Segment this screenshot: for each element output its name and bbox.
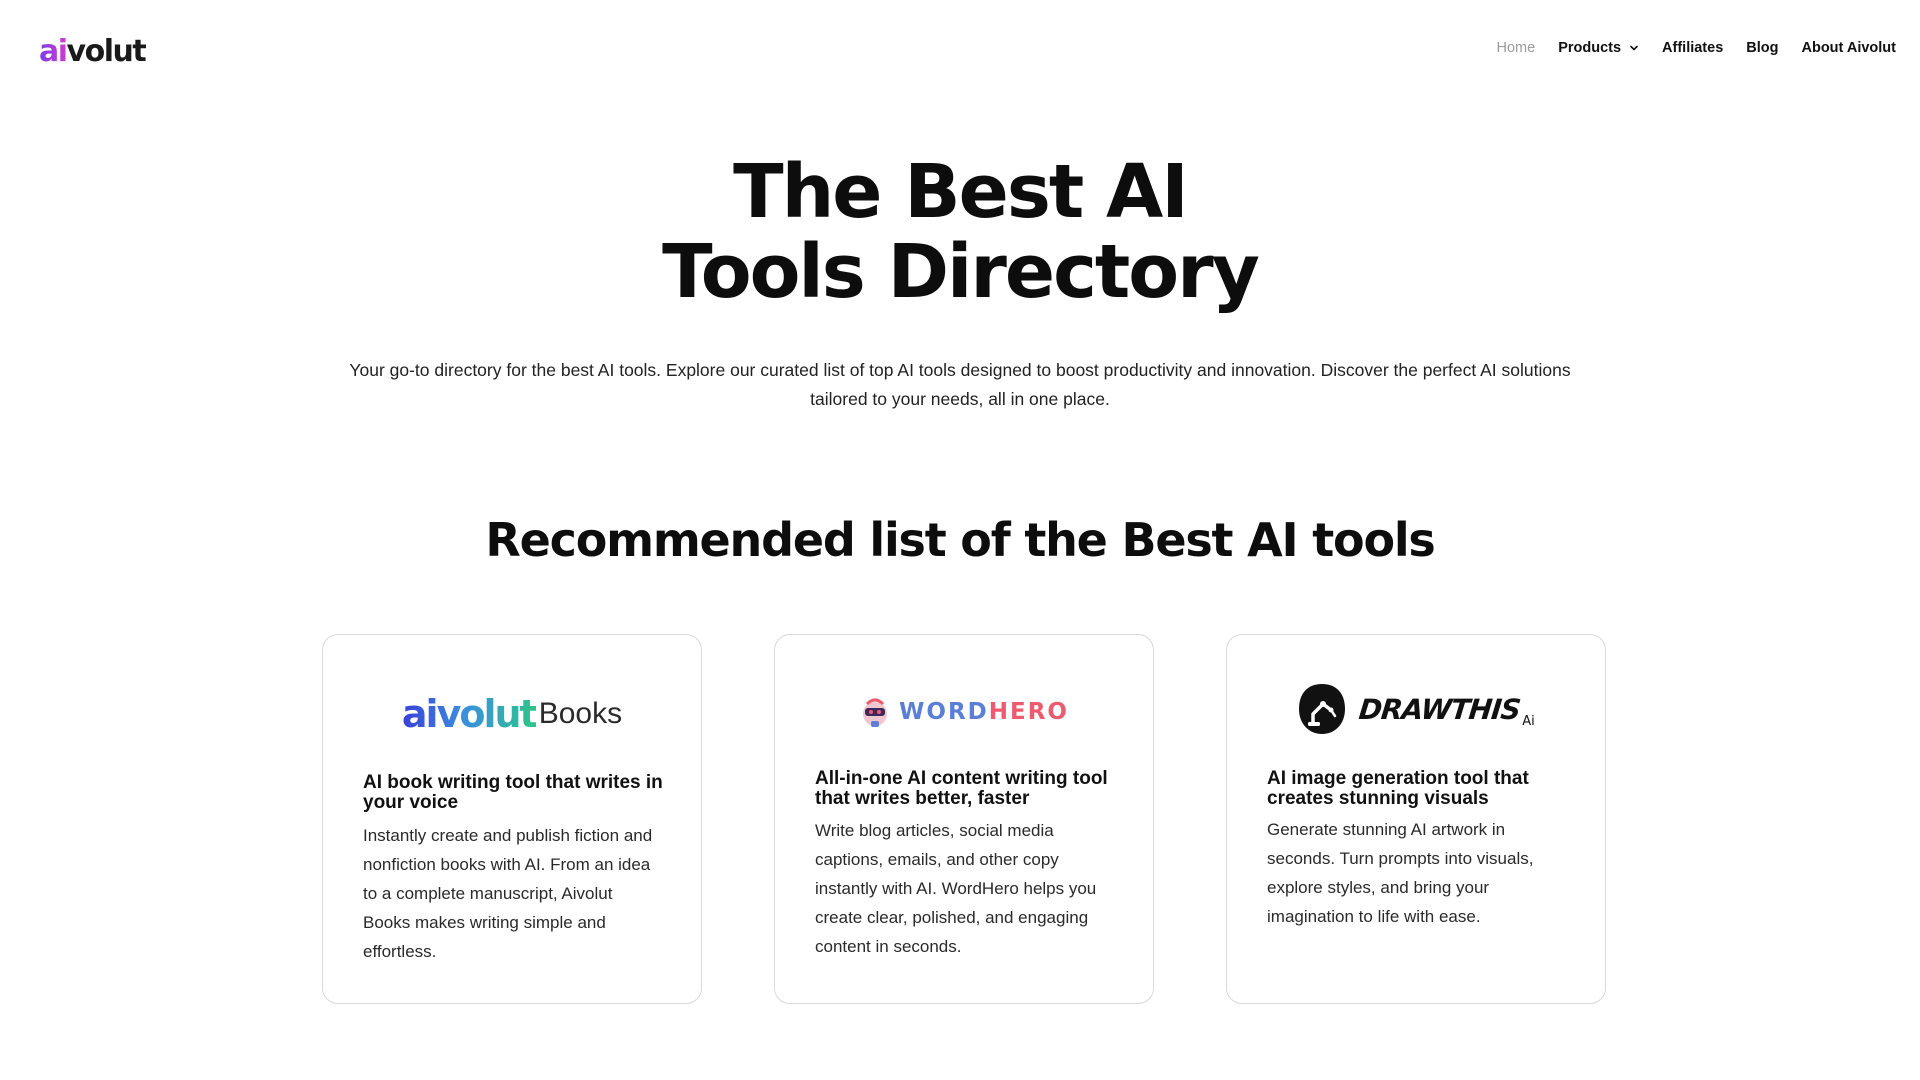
nav-products-label: Products [1558, 40, 1622, 56]
robot-mascot-icon [863, 698, 888, 727]
hero-description: Your go-to directory for the best AI too… [349, 360, 1571, 409]
aivolut-books-logo: aivolut Books [323, 689, 701, 739]
nav-home[interactable]: Home [1497, 40, 1536, 56]
chevron-down-icon [1630, 45, 1638, 51]
drawthis-logo-sub: Ai [1522, 714, 1535, 729]
aivolut-logo[interactable]: aivolut [39, 33, 147, 71]
robot-arm-icon [1299, 684, 1346, 734]
drawthis-logo-main: DRAWTHIS [1357, 692, 1522, 726]
tool-card-wordhero[interactable]: WORD HERO All-in-one AI content writing t… [774, 634, 1154, 1004]
tool-card-drawthis[interactable]: DRAWTHIS Ai AI image generation tool that… [1226, 634, 1606, 1004]
books-logo-main: aivolut [401, 692, 538, 736]
hero-title-line2: Tools Directory [662, 229, 1260, 315]
card-title: AI book writing tool that writes in your… [363, 772, 663, 813]
nav-products[interactable]: Products [1558, 40, 1639, 56]
site-header: aivolut Home Products Affiliates Blog Ab… [0, 0, 1920, 104]
logo-prefix: ai [39, 34, 68, 69]
main-nav: Home Products Affiliates Blog About Aivo… [1474, 40, 1897, 56]
nav-affiliates[interactable]: Affiliates [1662, 40, 1723, 56]
wordhero-logo: WORD HERO [775, 687, 1153, 737]
section-title: Recommended list of the Best AI tools [485, 513, 1435, 567]
card-description: Write blog articles, social media captio… [815, 821, 1097, 956]
card-title: AI image generation tool that creates st… [1267, 768, 1529, 809]
hero-title: The Best AI Tools Directory [0, 152, 1920, 312]
tool-card-aivolut-books[interactable]: aivolut Books AI book writing tool that w… [322, 634, 702, 1004]
hero-title-line1: The Best AI [733, 149, 1189, 235]
nav-about[interactable]: About Aivolut [1802, 40, 1897, 56]
wordhero-logo-word: WORD [899, 699, 989, 725]
books-logo-sub: Books [538, 697, 623, 730]
drawthis-logo: DRAWTHIS Ai [1227, 679, 1605, 739]
card-description: Instantly create and publish fiction and… [363, 826, 653, 961]
wordhero-logo-hero: HERO [988, 699, 1069, 725]
card-title: All-in-one AI content writing tool that … [815, 768, 1108, 809]
logo-suffix: volut [66, 34, 147, 69]
card-description: Generate stunning AI artwork in seconds.… [1267, 820, 1534, 926]
nav-blog[interactable]: Blog [1746, 40, 1778, 56]
